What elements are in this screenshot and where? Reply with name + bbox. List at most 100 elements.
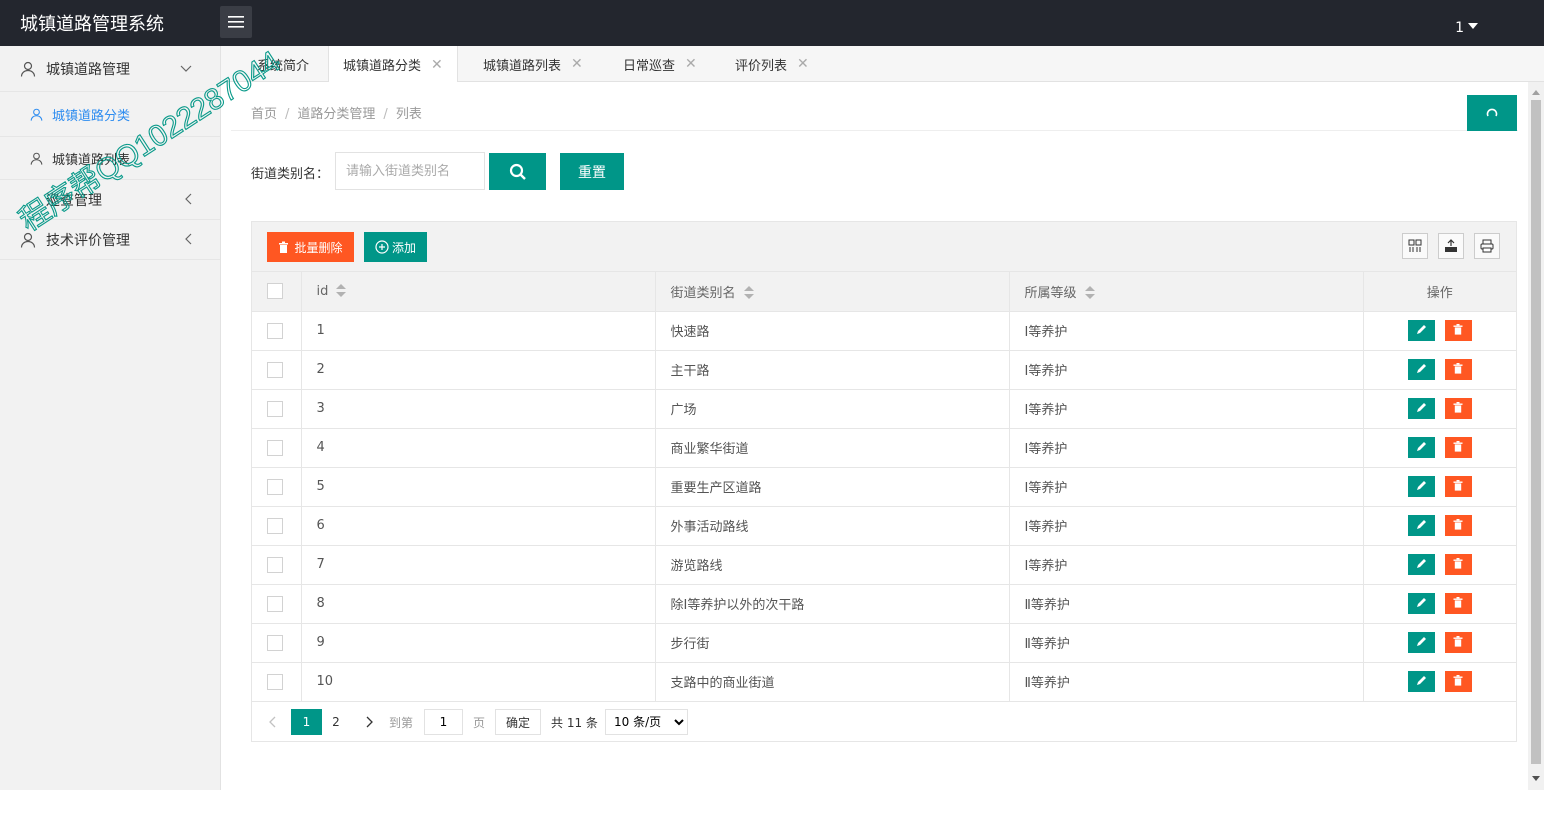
goto-label: 到第	[389, 715, 414, 730]
cell-name: 快速路	[655, 311, 1010, 351]
refresh-button[interactable]	[1467, 95, 1517, 131]
sort-icon[interactable]	[336, 284, 347, 298]
vertical-scrollbar[interactable]	[1528, 82, 1544, 790]
page-unit-label: 页	[473, 715, 486, 730]
page-current[interactable]: 1	[291, 709, 322, 735]
delete-button[interactable]	[1444, 359, 1472, 380]
column-header-level[interactable]: 所属等级	[1009, 272, 1364, 312]
cell-actions	[1363, 428, 1516, 468]
breadcrumb: 首页 / 道路分类管理 / 列表	[251, 107, 422, 122]
edit-button[interactable]	[1407, 671, 1435, 692]
breadcrumb-home[interactable]: 首页	[251, 107, 277, 122]
sidebar-group-inspection[interactable]: 巡查管理	[0, 180, 220, 220]
edit-button[interactable]	[1407, 398, 1435, 419]
cell-level: Ⅰ等养护	[1009, 389, 1364, 429]
delete-button[interactable]	[1444, 554, 1472, 575]
delete-button[interactable]	[1444, 437, 1472, 458]
sidebar-item-road-category[interactable]: 城镇道路分类	[0, 92, 220, 136]
breadcrumb-category[interactable]: 道路分类管理	[297, 107, 375, 122]
scroll-thumb[interactable]	[1531, 100, 1541, 764]
sidebar-group-tech-evaluation[interactable]: 技术评价管理	[0, 220, 220, 260]
delete-button[interactable]	[1444, 632, 1472, 653]
row-checkbox[interactable]	[267, 556, 283, 573]
trash-icon	[1453, 558, 1463, 569]
edit-icon	[1416, 364, 1426, 373]
sort-icon[interactable]	[743, 286, 754, 300]
edit-button[interactable]	[1407, 320, 1435, 341]
page-size-select[interactable]: 10 条/页	[605, 709, 688, 735]
scroll-up-arrow-icon[interactable]	[1532, 86, 1540, 95]
tab-intro[interactable]: 系统简介	[257, 46, 309, 82]
search-input[interactable]	[335, 152, 485, 190]
goto-confirm-button[interactable]: 确定	[495, 709, 541, 735]
cell-actions	[1363, 350, 1516, 390]
tab-evaluation-list[interactable]: 评价列表 ✕	[735, 46, 809, 82]
cell-actions	[1363, 467, 1516, 507]
edit-button[interactable]	[1407, 554, 1435, 575]
delete-button[interactable]	[1444, 593, 1472, 614]
sidebar-item-label: 城镇道路分类	[52, 108, 131, 124]
close-icon[interactable]: ✕	[571, 56, 583, 72]
goto-page-input[interactable]	[424, 709, 463, 735]
cell-actions	[1363, 545, 1516, 585]
reset-button[interactable]: 重置	[560, 153, 624, 190]
row-checkbox[interactable]	[267, 478, 283, 495]
row-checkbox[interactable]	[267, 400, 283, 417]
edit-button[interactable]	[1407, 593, 1435, 614]
close-icon[interactable]: ✕	[431, 57, 443, 73]
sort-icon[interactable]	[1084, 286, 1095, 300]
breadcrumb-current: 列表	[395, 107, 422, 122]
sidebar-item-road-list[interactable]: 城镇道路列表	[0, 136, 220, 180]
delete-button[interactable]	[1444, 671, 1472, 692]
delete-button[interactable]	[1444, 515, 1472, 536]
cell-actions	[1363, 623, 1516, 663]
tab-daily-inspection[interactable]: 日常巡查 ✕	[623, 46, 697, 82]
search-button[interactable]	[489, 153, 546, 190]
user-menu[interactable]: 1	[1455, 20, 1478, 36]
export-button[interactable]	[1438, 233, 1464, 259]
edit-button[interactable]	[1407, 632, 1435, 653]
tab-road-category[interactable]: 城镇道路分类 ✕	[328, 46, 458, 83]
close-icon[interactable]: ✕	[797, 56, 809, 72]
chevron-left-icon	[185, 193, 192, 205]
scroll-down-arrow-icon[interactable]	[1532, 776, 1540, 785]
print-button[interactable]	[1474, 233, 1500, 259]
user-icon	[30, 108, 43, 121]
chevron-left-icon	[185, 233, 192, 245]
row-checkbox[interactable]	[267, 439, 283, 456]
table-row: 9 步行街 Ⅱ等养护	[252, 623, 1516, 663]
select-all-checkbox[interactable]	[267, 283, 283, 300]
sidebar-group-road-management[interactable]: 城镇道路管理	[0, 46, 220, 92]
table-row: 4 商业繁华街道 Ⅰ等养护	[252, 428, 1516, 468]
close-icon[interactable]: ✕	[685, 56, 697, 72]
columns-filter-button[interactable]	[1402, 233, 1428, 259]
row-checkbox[interactable]	[267, 322, 283, 339]
caret-down-icon	[1468, 23, 1478, 34]
tab-label: 评价列表	[735, 58, 788, 74]
menu-toggle-button[interactable]	[220, 6, 252, 38]
edit-button[interactable]	[1407, 359, 1435, 380]
prev-page-button[interactable]	[262, 709, 282, 735]
batch-delete-button[interactable]: 批量删除	[267, 232, 354, 262]
add-label: 添加	[391, 240, 416, 255]
add-button[interactable]: 添加	[364, 232, 427, 262]
next-page-button[interactable]	[360, 709, 380, 735]
trash-icon	[279, 241, 289, 253]
row-checkbox[interactable]	[267, 634, 283, 651]
row-checkbox[interactable]	[267, 361, 283, 378]
row-checkbox[interactable]	[267, 673, 283, 690]
edit-button[interactable]	[1407, 437, 1435, 458]
edit-icon	[1416, 676, 1426, 685]
delete-button[interactable]	[1444, 476, 1472, 497]
row-checkbox[interactable]	[267, 595, 283, 612]
edit-button[interactable]	[1407, 476, 1435, 497]
page-2[interactable]: 2	[328, 709, 344, 735]
row-checkbox[interactable]	[267, 517, 283, 534]
column-header-id[interactable]: id	[301, 272, 656, 312]
column-header-name[interactable]: 街道类别名	[655, 272, 1010, 312]
delete-button[interactable]	[1444, 320, 1472, 341]
delete-button[interactable]	[1444, 398, 1472, 419]
edit-button[interactable]	[1407, 515, 1435, 536]
cell-id: 3	[301, 389, 656, 429]
tab-road-list[interactable]: 城镇道路列表 ✕	[483, 46, 583, 82]
